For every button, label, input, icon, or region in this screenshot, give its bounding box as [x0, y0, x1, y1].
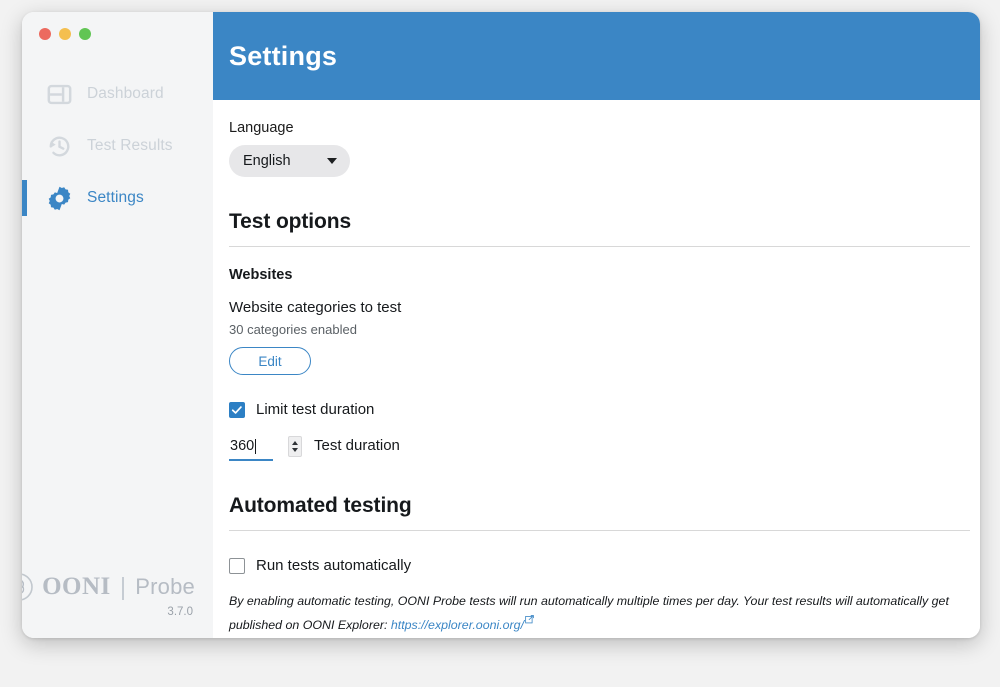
edit-categories-button[interactable]: Edit	[229, 347, 311, 375]
minimize-window-button[interactable]	[59, 28, 71, 40]
run-auto-row[interactable]: Run tests automatically	[229, 557, 964, 574]
language-label: Language	[229, 120, 294, 136]
explorer-link[interactable]: https://explorer.ooni.org/	[391, 618, 524, 632]
window-controls	[22, 12, 213, 56]
settings-content: Language English Test options Websites W…	[213, 100, 980, 638]
test-duration-value: 360	[230, 438, 255, 454]
test-duration-stepper[interactable]	[288, 436, 302, 457]
limit-duration-row[interactable]: Limit test duration	[229, 401, 964, 418]
stepper-up-icon[interactable]	[292, 441, 298, 445]
limit-duration-label: Limit test duration	[256, 401, 375, 418]
website-categories-title: Website categories to test	[229, 299, 402, 316]
app-window: Dashboard Test Results Settings OONI | P…	[22, 12, 980, 638]
sidebar-footer: OONI | Probe 3.7.0	[22, 572, 213, 638]
sidebar-item-settings[interactable]: Settings	[22, 172, 213, 224]
test-options-title: Test options	[229, 210, 352, 233]
close-window-button[interactable]	[39, 28, 51, 40]
automated-testing-note-1: By enabling automatic testing, OONI Prob…	[229, 592, 967, 634]
run-tests-automatically-checkbox[interactable]	[229, 557, 245, 574]
language-select[interactable]: English	[229, 145, 350, 177]
page-header: Settings	[213, 12, 980, 100]
app-version: 3.7.0	[167, 606, 193, 618]
automated-testing-title: Automated testing	[229, 494, 412, 517]
ooni-octopus-icon	[22, 572, 34, 602]
dashboard-icon	[46, 81, 73, 108]
sidebar-item-dashboard[interactable]: Dashboard	[22, 68, 213, 120]
sidebar-item-label: Dashboard	[87, 85, 164, 102]
main-panel: Settings Language English Test options W…	[213, 12, 980, 638]
sidebar-nav: Dashboard Test Results Settings	[22, 68, 213, 224]
history-clock-icon	[46, 133, 73, 160]
section-divider	[229, 530, 970, 531]
note-1-text: By enabling automatic testing, OONI Prob…	[229, 594, 949, 632]
brand-separator: |	[119, 572, 127, 601]
text-cursor	[255, 438, 257, 454]
test-duration-input[interactable]: 360	[229, 436, 273, 461]
stepper-down-icon[interactable]	[292, 448, 298, 452]
sidebar-item-label: Settings	[87, 189, 144, 206]
language-selected-value: English	[243, 153, 291, 169]
maximize-window-button[interactable]	[79, 28, 91, 40]
website-categories-status: 30 categories enabled	[229, 322, 357, 337]
test-duration-row: 360 Test duration	[229, 436, 964, 461]
limit-duration-checkbox[interactable]	[229, 401, 245, 418]
external-link-icon	[525, 611, 534, 623]
sidebar-item-label: Test Results	[87, 137, 173, 154]
sidebar: Dashboard Test Results Settings OONI | P…	[22, 12, 213, 638]
sidebar-item-test-results[interactable]: Test Results	[22, 120, 213, 172]
section-divider	[229, 246, 970, 247]
page-title: Settings	[229, 40, 338, 71]
run-tests-automatically-label: Run tests automatically	[256, 557, 412, 574]
chevron-down-icon	[327, 158, 337, 164]
brand-subtitle: Probe	[135, 574, 195, 599]
ooni-probe-logo: OONI | Probe	[22, 572, 195, 602]
brand-name: OONI	[42, 573, 111, 600]
websites-heading: Websites	[229, 267, 293, 283]
test-duration-label: Test duration	[314, 437, 400, 454]
gear-icon	[46, 185, 73, 212]
